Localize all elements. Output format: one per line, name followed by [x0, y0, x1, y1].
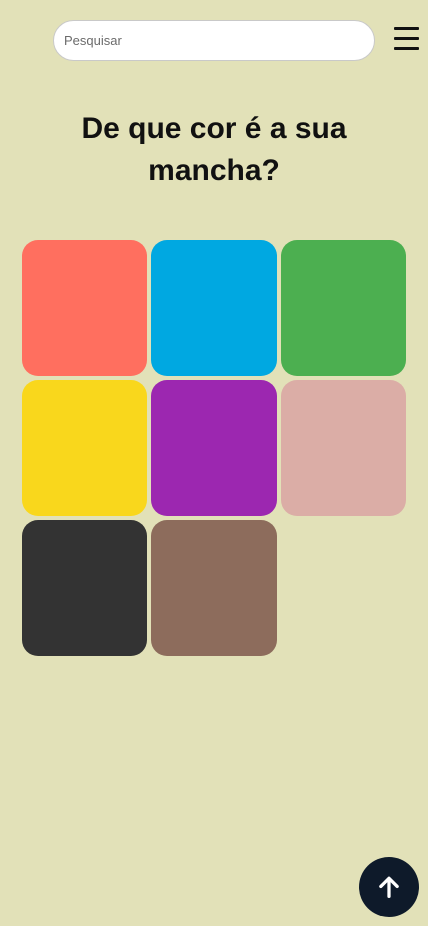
- color-swatch-coral[interactable]: [22, 240, 147, 376]
- color-swatch-pink[interactable]: [281, 380, 406, 516]
- color-swatch-blue[interactable]: [151, 240, 277, 376]
- menu-line: [394, 27, 419, 30]
- menu-line: [394, 47, 419, 50]
- hamburger-menu-icon[interactable]: [392, 25, 420, 51]
- page-title: De que cor é a sua mancha?: [81, 112, 347, 187]
- color-swatch-green[interactable]: [281, 240, 406, 376]
- scroll-to-top-button[interactable]: [359, 857, 419, 917]
- arrow-up-icon: [379, 876, 399, 898]
- color-swatch-grid: [22, 240, 406, 656]
- color-swatch-purple[interactable]: [151, 380, 277, 516]
- menu-line: [394, 37, 419, 40]
- color-swatch-brown[interactable]: [151, 520, 277, 656]
- color-swatch-dark-gray[interactable]: [22, 520, 147, 656]
- search-input[interactable]: [53, 20, 375, 61]
- color-swatch-yellow[interactable]: [22, 380, 147, 516]
